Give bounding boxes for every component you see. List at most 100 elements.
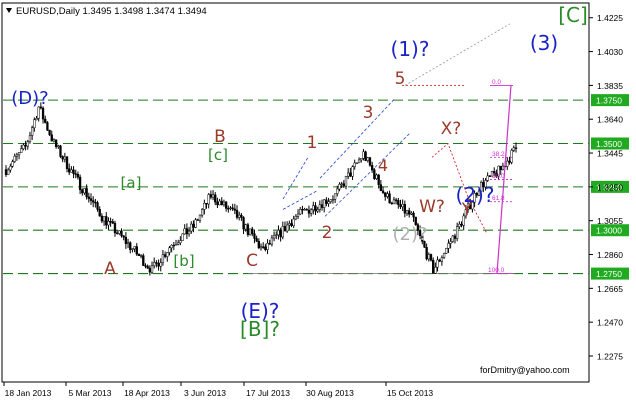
candle-body — [159, 262, 162, 267]
candle-body — [316, 209, 319, 212]
wave-label: [c] — [208, 146, 228, 164]
candle-body — [196, 219, 199, 221]
candle-body — [120, 230, 123, 237]
candle-body — [338, 183, 341, 190]
x-tick-label: 18 Jan 2013 — [5, 388, 52, 398]
candle-body — [309, 209, 313, 214]
candle-body — [486, 175, 489, 181]
level-price-label: 1.3750 — [596, 96, 622, 106]
candle-body — [33, 119, 36, 129]
candle-body — [303, 209, 306, 211]
candle-body — [100, 215, 104, 222]
candle-body — [31, 127, 34, 136]
y-tick-label: 1.3835 — [597, 81, 623, 91]
candle-body — [244, 224, 247, 230]
candle-body — [384, 192, 387, 197]
candle-body — [388, 193, 391, 204]
candle-body — [89, 198, 93, 201]
candle-body — [183, 228, 186, 235]
candle-body — [412, 212, 415, 218]
candle-body — [98, 209, 101, 217]
candle-body — [377, 174, 380, 185]
candle-body — [11, 161, 14, 167]
candle-body — [349, 172, 352, 177]
watermark: forDmitry@yahoo.com — [480, 365, 570, 375]
candle-body — [172, 244, 175, 247]
x-tick-label: 17 Jul 2013 — [246, 388, 290, 398]
eurusd-chart: 1.3750 1.3500 1.3250 1.3000 1.2750 0.0 38.2 50… — [1, 2, 629, 398]
candle-body — [168, 247, 171, 253]
candle-body — [227, 208, 230, 210]
candle-body — [340, 183, 343, 185]
candle-body — [277, 229, 280, 236]
candle-body — [111, 221, 114, 224]
level-price-label: 1.2750 — [596, 269, 622, 279]
candle-body — [238, 214, 241, 218]
y-tick-label: 1.3445 — [597, 149, 623, 159]
level-price-label: 1.3000 — [596, 226, 622, 236]
candle-body — [275, 234, 278, 236]
candle-body — [146, 265, 149, 269]
candle-body — [118, 230, 121, 234]
candle-body — [83, 188, 86, 194]
candle-body — [294, 215, 298, 220]
candle-body — [314, 205, 317, 212]
candle-body — [203, 202, 206, 210]
candle-body — [408, 210, 411, 215]
candle-body — [166, 252, 169, 257]
candle-body — [20, 148, 23, 153]
candle-body — [440, 257, 444, 262]
candle-body — [429, 254, 433, 261]
wave-label: 2 — [322, 223, 333, 243]
candle-body — [355, 162, 359, 164]
candle-body — [259, 246, 263, 249]
candle-body — [35, 118, 38, 121]
candle-body — [425, 247, 428, 260]
wave-label: 5 — [395, 69, 406, 89]
x-tick-label: 18 Apr 2013 — [124, 388, 170, 398]
candle-body — [116, 232, 119, 234]
candle-body — [373, 169, 376, 179]
candle-body — [142, 255, 145, 266]
candle-body — [187, 230, 191, 235]
candle-body — [57, 145, 60, 148]
candle-body — [59, 145, 62, 157]
candle-body — [270, 237, 274, 245]
candle-body — [216, 201, 219, 206]
candle-body — [353, 162, 356, 167]
candle-body — [329, 199, 332, 202]
candle-body — [50, 134, 53, 142]
wave-label: [b] — [173, 252, 194, 270]
candle-body — [301, 208, 304, 211]
candle-body — [190, 223, 193, 232]
candle-body — [153, 262, 156, 267]
candle-body — [364, 151, 367, 161]
candle-body — [157, 263, 160, 267]
candle-body — [63, 156, 66, 160]
candle-body — [512, 147, 515, 151]
candle-body — [336, 188, 339, 194]
candle-body — [92, 200, 95, 203]
candle-body — [403, 204, 406, 214]
candle-body — [192, 223, 195, 228]
wave-label: [a] — [121, 174, 142, 192]
candle-body — [488, 175, 491, 177]
y-tick-label: 1.3250 — [597, 182, 623, 192]
candle-body — [126, 242, 130, 244]
candle-body — [124, 236, 128, 244]
candle-body — [283, 226, 287, 232]
candle-body — [255, 238, 258, 242]
candle-body — [174, 244, 178, 246]
candle-body — [449, 241, 452, 244]
candle-body — [286, 224, 289, 232]
candle-body — [458, 223, 461, 227]
wave-label: X? — [441, 119, 462, 139]
candle-body — [81, 189, 84, 194]
candle-body — [240, 214, 243, 218]
candle-body — [442, 253, 446, 258]
y-tick-label: 1.3055 — [597, 216, 623, 226]
candle-body — [506, 160, 509, 167]
candle-body — [288, 223, 291, 226]
candle-body — [351, 166, 354, 177]
candle-body — [220, 200, 223, 206]
